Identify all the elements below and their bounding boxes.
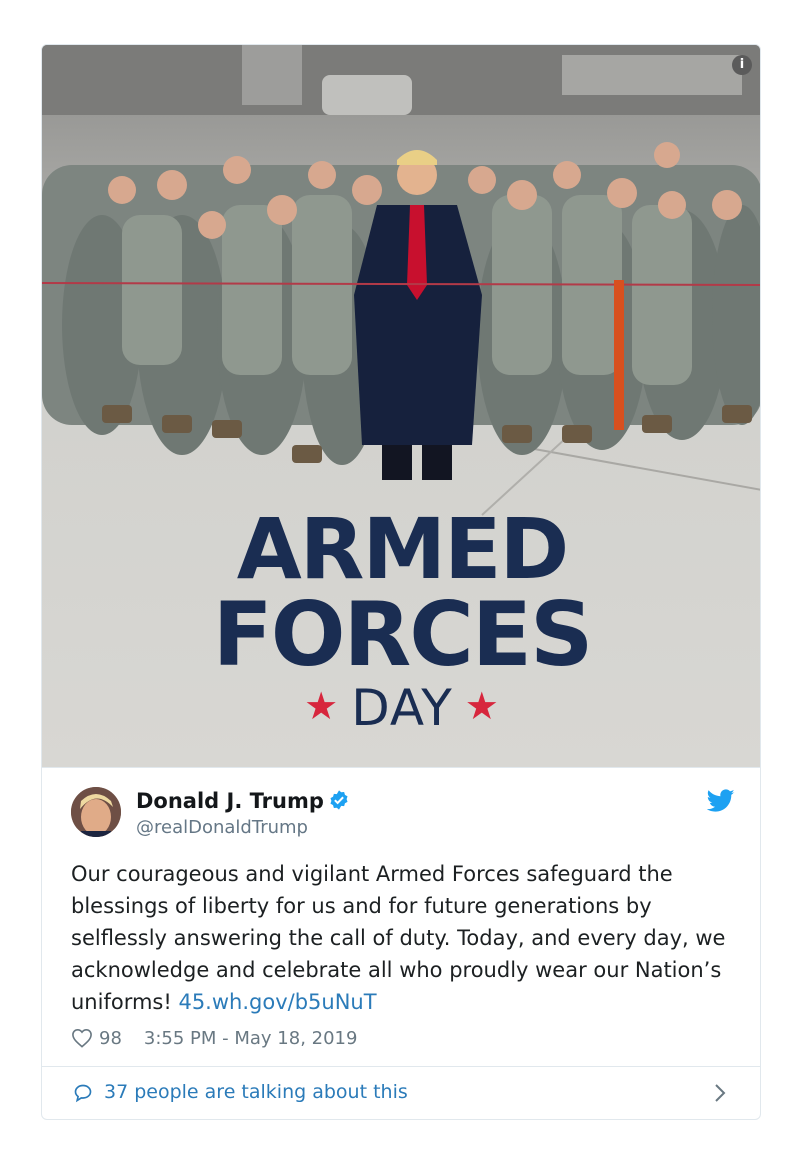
divider xyxy=(42,767,760,768)
talking-count-label: 37 people are talking about this xyxy=(104,1081,408,1103)
tweet-timestamp[interactable]: 3:55 PM - May 18, 2019 xyxy=(144,1028,358,1049)
author-name-text: Donald J. Trump xyxy=(136,789,324,813)
tweet-body: Our courageous and vigilant Armed Forces… xyxy=(71,862,726,1014)
twitter-bird-icon[interactable] xyxy=(707,789,735,813)
banner-armed-text: ARMED xyxy=(236,500,569,598)
tweet-media[interactable]: i ARMED FORCES ★ DAY ★ xyxy=(42,45,760,767)
like-count[interactable]: 98 xyxy=(99,1028,122,1049)
avatar[interactable] xyxy=(71,787,121,837)
banner-day-line: ★ DAY ★ xyxy=(42,677,760,737)
embedded-tweet-card: i ARMED FORCES ★ DAY ★ Donald J. Trump @re… xyxy=(41,44,761,1120)
speech-bubble-icon xyxy=(74,1084,92,1103)
banner-day-text: DAY xyxy=(351,679,453,737)
conversation-link[interactable]: 37 people are talking about this xyxy=(42,1067,760,1119)
banner-forces-text: FORCES xyxy=(212,583,594,686)
tweet-meta: 98 3:55 PM - May 18, 2019 xyxy=(71,1023,357,1053)
author-name[interactable]: Donald J. Trump xyxy=(136,789,350,813)
chevron-right-icon xyxy=(715,1084,726,1102)
star-icon: ★ xyxy=(464,684,500,728)
tweet-link[interactable]: 45.wh.gov/b5uNuT xyxy=(178,990,376,1014)
heart-icon[interactable] xyxy=(71,1028,93,1048)
star-icon: ★ xyxy=(304,684,340,728)
verified-badge-icon xyxy=(330,790,348,810)
tweet-text: Our courageous and vigilant Armed Forces… xyxy=(71,858,743,1018)
author-handle[interactable]: @realDonaldTrump xyxy=(136,817,308,838)
info-icon[interactable]: i xyxy=(732,55,752,75)
avatar-image xyxy=(71,787,121,837)
tweet-header: Donald J. Trump @realDonaldTrump xyxy=(71,787,735,843)
